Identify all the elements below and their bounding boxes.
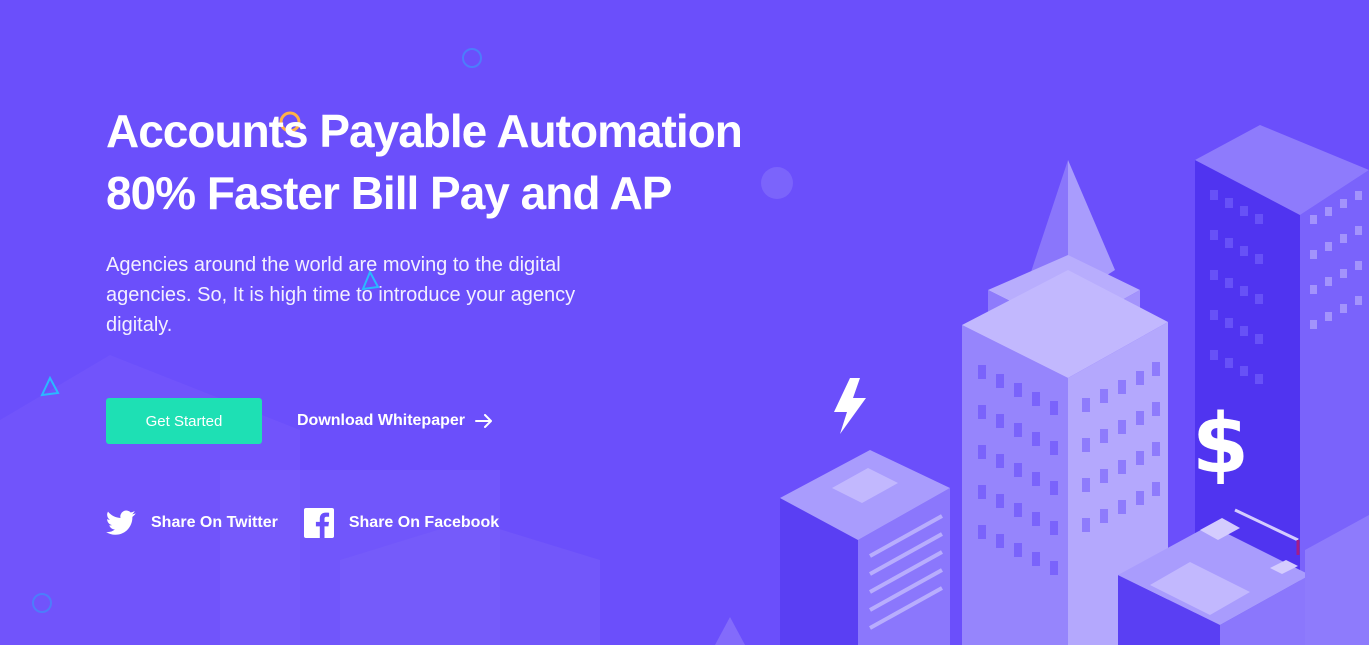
city-illustration bbox=[780, 125, 1369, 645]
share-facebook-link[interactable]: Share On Facebook bbox=[303, 508, 500, 538]
download-whitepaper-label: Download Whitepaper bbox=[297, 412, 465, 429]
cta-row: Get Started Download Whitepaper bbox=[106, 398, 493, 444]
dollar-icon: $ bbox=[1192, 400, 1249, 490]
get-started-button[interactable]: Get Started bbox=[106, 398, 262, 444]
hero-description: Agencies around the world are moving to … bbox=[106, 254, 576, 336]
share-row: Share On Twitter Share On Facebook bbox=[106, 508, 499, 538]
download-whitepaper-link[interactable]: Download Whitepaper bbox=[297, 412, 493, 430]
arrow-right-icon bbox=[475, 414, 492, 428]
share-twitter-label: Share On Twitter bbox=[151, 514, 278, 531]
share-facebook-label: Share On Facebook bbox=[348, 514, 500, 531]
lightning-icon bbox=[834, 378, 866, 434]
twitter-icon bbox=[106, 510, 136, 535]
share-twitter-link[interactable]: Share On Twitter bbox=[106, 510, 278, 536]
facebook-icon bbox=[303, 508, 334, 538]
dollar-symbol: $ bbox=[1192, 397, 1250, 492]
